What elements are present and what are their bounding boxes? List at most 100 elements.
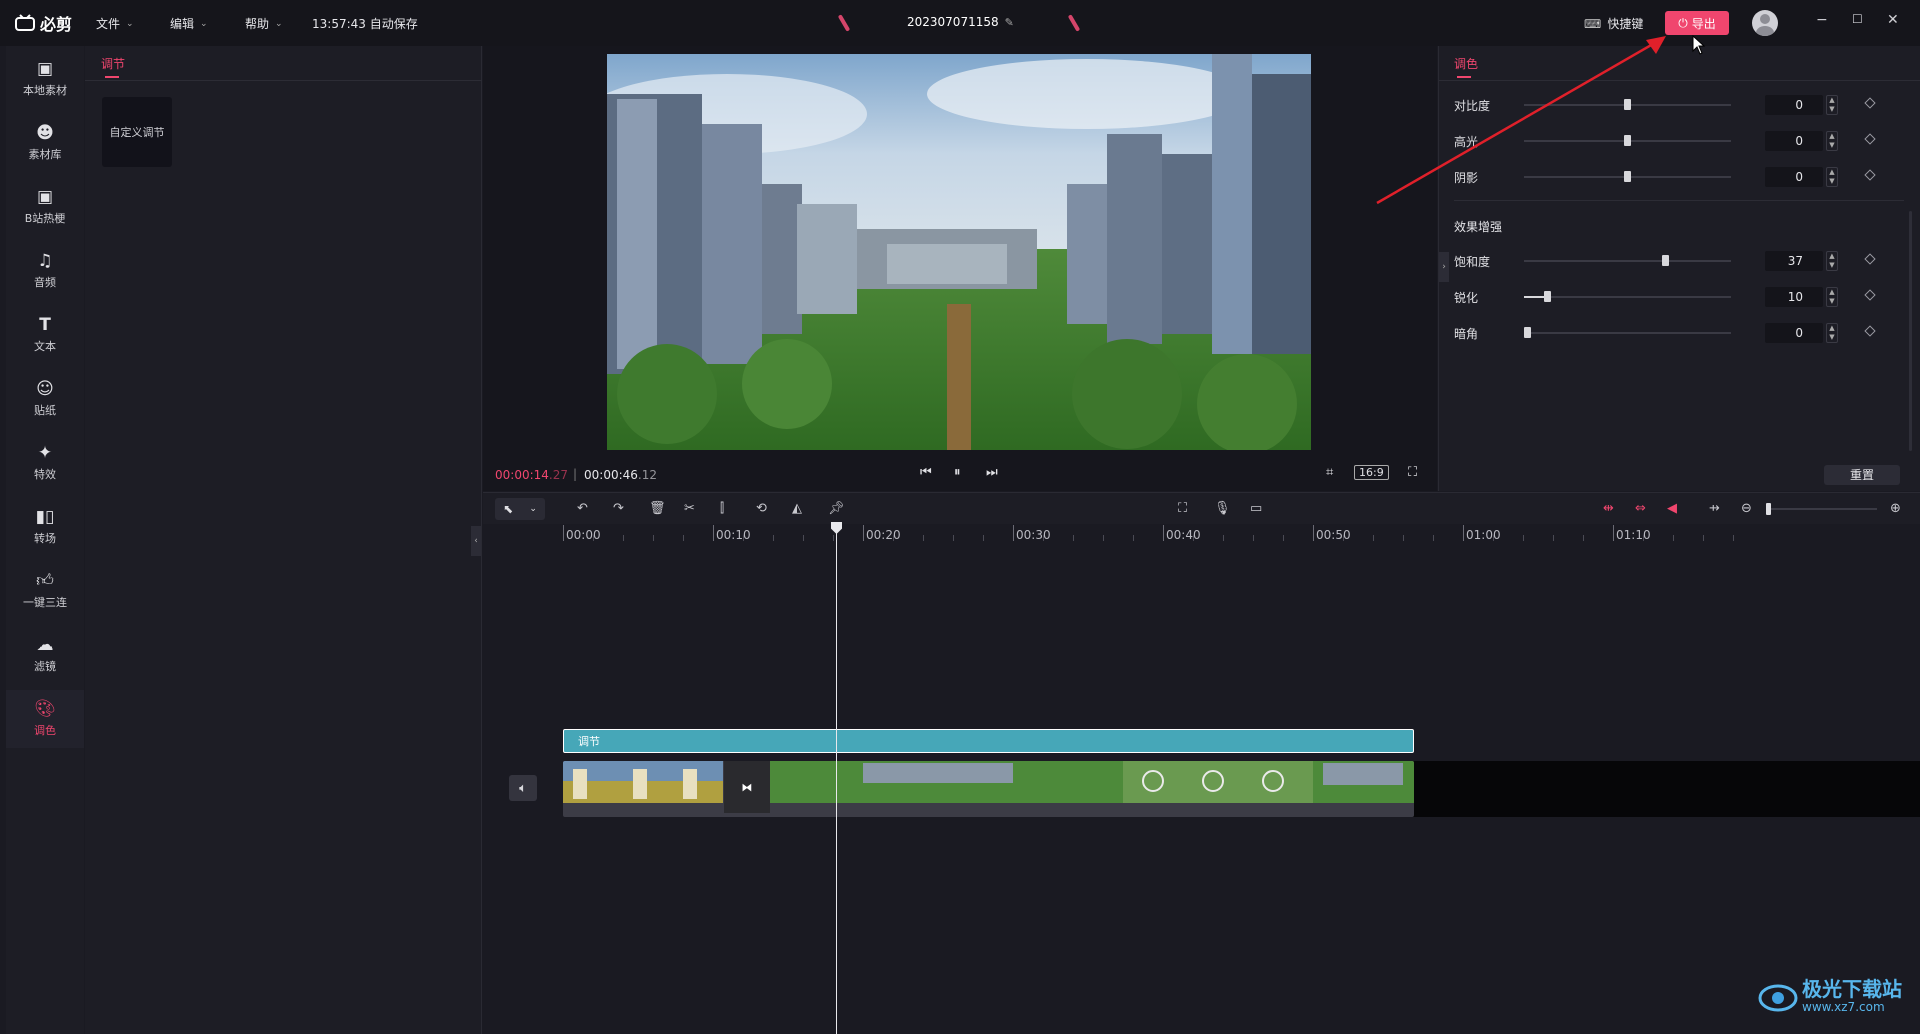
tab-adjust[interactable]: 调节 xyxy=(101,55,125,72)
nav-item-sticker[interactable]: ☺ 贴纸 xyxy=(6,370,84,428)
vignette-input[interactable]: 0 xyxy=(1765,323,1823,343)
reset-button[interactable]: 重置 xyxy=(1824,465,1900,485)
zoom-out-icon[interactable]: ⊖ xyxy=(1741,501,1752,516)
trim-icon[interactable]: ⫿ xyxy=(720,501,724,516)
minimize-icon[interactable]: − xyxy=(1816,12,1828,28)
param-label: 饱和度 xyxy=(1454,255,1491,269)
pause-icon[interactable]: ⏸ xyxy=(954,465,961,480)
shadow-input[interactable]: 0 xyxy=(1765,167,1823,187)
video-clip[interactable]: ⧓ xyxy=(563,761,1414,817)
rotate-icon[interactable]: ⟲ xyxy=(756,501,767,516)
keyframe-icon[interactable] xyxy=(1864,325,1876,337)
chevron-left-icon[interactable]: ‹ xyxy=(471,526,481,556)
pin-icon[interactable]: 📌︎ xyxy=(828,501,845,516)
split-icon[interactable]: ✂ xyxy=(684,501,695,516)
nav-item-filter[interactable]: ☁ 滤镜 xyxy=(6,626,84,684)
menu-edit[interactable]: 编辑 ⌄ xyxy=(170,15,208,32)
keyframe-icon[interactable] xyxy=(1864,253,1876,265)
playhead[interactable] xyxy=(836,528,837,1034)
nav-item-audio[interactable]: ♫ 音频 xyxy=(6,242,84,300)
ruler-subtick xyxy=(893,535,894,541)
camera-icon[interactable]: ▭ xyxy=(1250,501,1262,516)
nav-item-color-grading[interactable]: 🎨︎ 调色 xyxy=(6,690,84,748)
auto-snap-icon[interactable]: ⇔ xyxy=(1635,501,1646,516)
nav-label: 特效 xyxy=(34,468,56,481)
audio-split-icon[interactable]: ◀ xyxy=(1667,501,1677,516)
nav-item-transition[interactable]: ▮▯ 转场 xyxy=(6,498,84,556)
ruler-label: 00:10 xyxy=(716,528,751,542)
vignette-slider[interactable] xyxy=(1524,327,1731,338)
stepper[interactable]: ▲ ▼ xyxy=(1826,287,1838,307)
saturation-input[interactable]: 37 xyxy=(1765,251,1823,271)
scrollbar[interactable] xyxy=(1909,211,1912,451)
next-frame-icon[interactable]: ⏭ xyxy=(986,465,998,480)
zoom-in-icon[interactable]: ⊕ xyxy=(1890,501,1901,516)
stepper[interactable]: ▲ ▼ xyxy=(1826,323,1838,343)
adjust-clip[interactable]: 调节 xyxy=(563,729,1414,753)
nav-item-text[interactable]: T 文本 xyxy=(6,306,84,364)
saturation-slider[interactable] xyxy=(1524,255,1731,266)
param-row-saturation: 饱和度 37 ▲ ▼ xyxy=(1454,251,1876,271)
crop-icon[interactable]: ⌗ xyxy=(1326,465,1333,480)
nav-label: 转场 xyxy=(34,532,56,545)
zoom-slider-thumb[interactable] xyxy=(1766,503,1771,515)
slider-thumb[interactable] xyxy=(1544,291,1551,302)
ruler-tick xyxy=(1163,525,1164,541)
chevron-down-icon: ⌄ xyxy=(529,504,537,514)
ruler-subtick xyxy=(743,535,744,541)
menu-help[interactable]: 帮助 ⌄ xyxy=(245,15,283,32)
delete-icon[interactable]: 🗑︎ xyxy=(649,501,666,516)
fullscreen-icon[interactable]: ⛶ xyxy=(1408,465,1417,480)
nav-item-bilibili-memes[interactable]: ▣ B站热梗 xyxy=(6,178,84,236)
undo-icon[interactable]: ↶ xyxy=(577,501,588,516)
user-avatar[interactable] xyxy=(1752,10,1778,36)
ruler-subtick xyxy=(1733,535,1734,541)
aspect-ratio-button[interactable]: 16:9 xyxy=(1354,465,1389,480)
custom-adjust-card[interactable]: 自定义调节 xyxy=(102,97,172,167)
slider-thumb[interactable] xyxy=(1524,327,1531,338)
maximize-icon[interactable]: ☐ xyxy=(1852,12,1863,26)
mirror-icon[interactable]: ◭ xyxy=(792,501,802,516)
project-title[interactable]: 202307071158 ✎ xyxy=(907,15,1014,29)
transition-marker[interactable]: ⧓ xyxy=(724,761,770,813)
stepper[interactable]: ▲ ▼ xyxy=(1826,131,1838,151)
ruler-subtick xyxy=(1553,535,1554,541)
menu-file[interactable]: 文件 ⌄ xyxy=(96,15,134,32)
sharpen-slider[interactable] xyxy=(1524,291,1731,302)
smart-capture-icon[interactable]: ⛶ xyxy=(1178,501,1187,516)
slider-thumb[interactable] xyxy=(1662,255,1669,266)
keyframe-icon[interactable] xyxy=(1864,97,1876,109)
previous-frame-icon[interactable]: ⏮ xyxy=(920,465,932,480)
nav-label: 调色 xyxy=(34,724,56,737)
redo-icon[interactable]: ↷ xyxy=(613,501,624,516)
zoom-slider[interactable] xyxy=(1769,508,1877,510)
keyframe-icon[interactable] xyxy=(1864,169,1876,181)
app-logo[interactable]: 必剪 xyxy=(14,11,72,35)
keyframe-icon[interactable] xyxy=(1864,133,1876,145)
nav-label: 音频 xyxy=(34,276,56,289)
contrast-input[interactable]: 0 xyxy=(1765,95,1823,115)
transition-icon: ⧓ xyxy=(741,780,753,794)
microphone-icon[interactable]: 🎙︎ xyxy=(1214,501,1231,516)
video-preview[interactable] xyxy=(607,54,1311,450)
nav-item-triple-like[interactable]: 👍︎ 一键三连 xyxy=(6,562,84,620)
magnet-link-icon[interactable]: ⇹ xyxy=(1603,501,1614,516)
mute-track-button[interactable]: 🔈︎ xyxy=(509,775,537,801)
nav-item-library[interactable]: ☻ 素材库 xyxy=(6,114,84,172)
nav-item-local-media[interactable]: ▣ 本地素材 xyxy=(6,50,84,108)
highlight-input[interactable]: 0 xyxy=(1765,131,1823,151)
stepper[interactable]: ▲ ▼ xyxy=(1826,167,1838,187)
close-icon[interactable]: ✕ xyxy=(1887,12,1899,28)
keyframe-icon[interactable] xyxy=(1864,289,1876,301)
fit-timeline-icon[interactable]: ⇸ xyxy=(1709,501,1720,516)
stepper[interactable]: ▲ ▼ xyxy=(1826,251,1838,271)
stepper[interactable]: ▲ ▼ xyxy=(1826,95,1838,115)
chevron-right-icon[interactable]: › xyxy=(1439,252,1449,282)
mouse-cursor-icon xyxy=(1692,35,1706,55)
edit-icon[interactable]: ✎ xyxy=(1005,16,1014,29)
nav-item-effects[interactable]: ✦ 特效 xyxy=(6,434,84,492)
timeline[interactable]: 00:00 00:10 00:20 00:30 00:40 00:50 01:00 01:10… xyxy=(483,525,1920,1034)
sharpen-input[interactable]: 10 xyxy=(1765,287,1823,307)
select-tool-button[interactable]: ⬉ ⌄ xyxy=(495,498,545,520)
ruler-subtick xyxy=(1253,535,1254,541)
